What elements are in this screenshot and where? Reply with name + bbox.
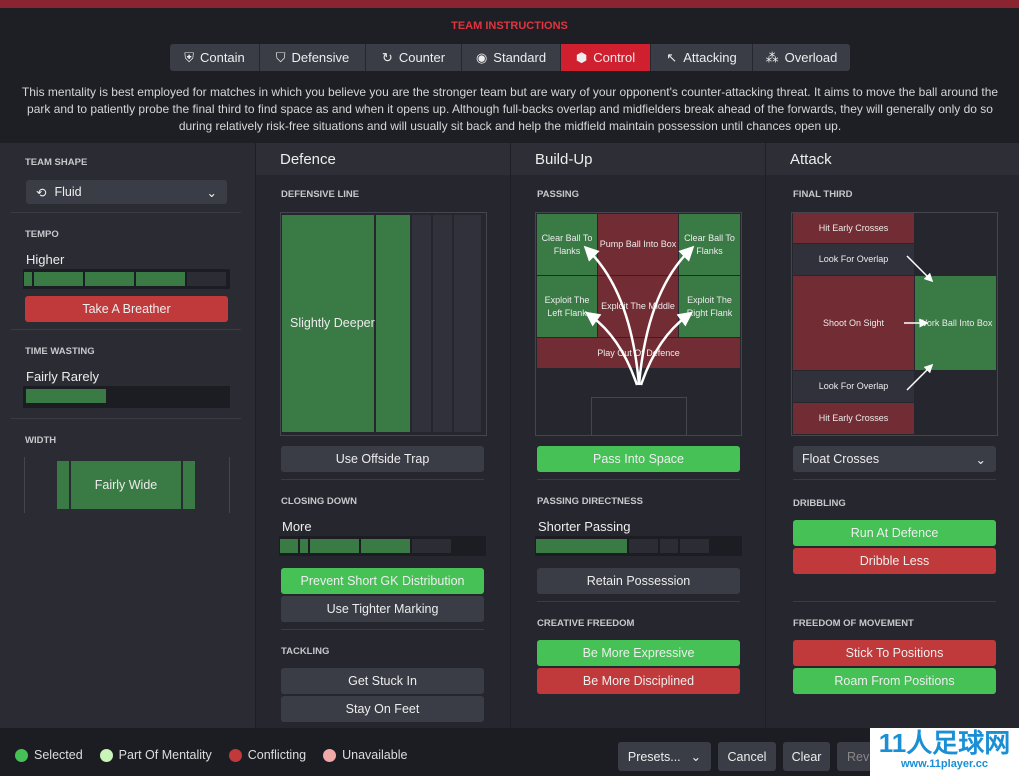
be-more-expressive-button[interactable]: Be More Expressive xyxy=(537,640,740,666)
legend-selected: Selected xyxy=(15,748,83,762)
divider xyxy=(281,629,484,630)
be-more-disciplined-button[interactable]: Be More Disciplined xyxy=(537,668,740,694)
roam-from-positions-button[interactable]: Roam From Positions xyxy=(793,668,996,694)
attack-title: Attack xyxy=(766,143,1019,175)
mentality-counter[interactable]: ↻ Counter xyxy=(366,44,462,71)
top-strip xyxy=(0,0,1019,8)
defensive-line-pitch[interactable]: Slightly Deeper xyxy=(280,212,487,436)
dribbling-label: DRIBBLING xyxy=(793,498,846,509)
mentality-overload[interactable]: ⁂ Overload xyxy=(753,44,850,71)
passing-directness-slider[interactable] xyxy=(535,536,742,556)
closing-down-value: More xyxy=(282,519,312,534)
stay-on-feet-button[interactable]: Stay On Feet xyxy=(281,696,484,722)
closing-down-label: CLOSING DOWN xyxy=(281,496,357,507)
chevron-down-icon: ⌄ xyxy=(690,750,702,764)
tackling-label: TACKLING xyxy=(281,646,330,657)
legend: Selected Part Of Mentality Conflicting U… xyxy=(15,748,407,762)
divider xyxy=(793,479,996,480)
pass-into-space-button[interactable]: Pass Into Space xyxy=(537,446,740,472)
tempo-slider[interactable] xyxy=(23,269,230,289)
legend-conflicting: Conflicting xyxy=(228,748,306,762)
counter-icon: ↻ xyxy=(381,49,393,65)
use-offside-trap-button[interactable]: Use Offside Trap xyxy=(281,446,484,472)
time-wasting-value: Fairly Rarely xyxy=(26,369,99,384)
attacking-icon: ↖ xyxy=(666,49,678,65)
arrow-clear-left xyxy=(583,245,641,386)
shield-icon: ⛨ xyxy=(184,49,194,65)
shield-icon: ⛉ xyxy=(275,49,286,65)
presets-dropdown[interactable]: Presets... ⌄ xyxy=(618,742,711,771)
mentality-attacking[interactable]: ↖ Attacking xyxy=(651,44,753,71)
divider xyxy=(281,479,484,480)
time-wasting-label: TIME WASTING xyxy=(25,346,95,357)
time-wasting-slider[interactable] xyxy=(23,386,230,408)
watermark-logo: 11人足球网 www.11player.cc xyxy=(870,728,1019,776)
final-third-label: FINAL THIRD xyxy=(793,189,853,200)
standard-icon: ◉ xyxy=(475,49,488,65)
get-stuck-in-button[interactable]: Get Stuck In xyxy=(281,668,484,694)
passing-label: PASSING xyxy=(537,189,580,200)
cancel-button[interactable]: Cancel xyxy=(718,742,776,771)
arrow-clear-right xyxy=(637,245,695,386)
width-value: Fairly Wide xyxy=(71,461,181,509)
divider xyxy=(11,329,241,330)
divider xyxy=(11,418,241,419)
mentality-selector: ⛨ Contain ⛉ Defensive ↻ Counter ◉ Standard ⬢… xyxy=(170,44,850,71)
dribble-less-button[interactable]: Dribble Less xyxy=(793,548,996,574)
passing-pitch: Clear Ball To Flanks Pump Ball Into Box … xyxy=(535,212,742,436)
clear-button[interactable]: Clear xyxy=(783,742,830,771)
mentality-control[interactable]: ⬢ Control xyxy=(561,44,651,71)
buildup-title: Build-Up xyxy=(511,143,765,175)
legend-unavailable: Unavailable xyxy=(323,748,407,762)
mentality-standard[interactable]: ◉ Standard xyxy=(462,44,561,71)
freedom-of-movement-label: FREEDOM OF MOVEMENT xyxy=(793,618,914,629)
width-label: WIDTH xyxy=(25,435,57,446)
divider xyxy=(537,601,740,602)
retain-possession-button[interactable]: Retain Possession xyxy=(537,568,740,594)
crosses-dropdown[interactable]: Float Crosses ⌄ xyxy=(793,446,996,472)
passing-arrows xyxy=(583,245,695,386)
final-third-arrows xyxy=(904,255,934,391)
tempo-label: TEMPO xyxy=(25,229,59,240)
prevent-short-gk-distribution-button[interactable]: Prevent Short GK Distribution xyxy=(281,568,484,594)
stick-to-positions-button[interactable]: Stick To Positions xyxy=(793,640,996,666)
control-icon: ⬢ xyxy=(575,49,588,65)
defensive-line-label: DEFENSIVE LINE xyxy=(281,189,360,200)
final-third-pitch: Hit Early Crosses Look For Overlap Shoot… xyxy=(791,212,998,436)
creative-freedom-label: CREATIVE FREEDOM xyxy=(537,618,635,629)
run-at-defence-button[interactable]: Run At Defence xyxy=(793,520,996,546)
passing-directness-label: PASSING DIRECTNESS xyxy=(537,496,643,507)
overload-icon: ⁂ xyxy=(765,49,779,65)
mentality-defensive[interactable]: ⛉ Defensive xyxy=(260,44,366,71)
take-a-breather-button[interactable]: Take A Breather xyxy=(25,296,228,322)
use-tighter-marking-button[interactable]: Use Tighter Marking xyxy=(281,596,484,622)
mentality-description: This mentality is best employed for matc… xyxy=(21,85,999,133)
defensive-line-value: Slightly Deeper xyxy=(282,215,375,432)
mentality-contain[interactable]: ⛨ Contain xyxy=(170,44,260,71)
team-shape-label: TEAM SHAPE xyxy=(25,157,88,168)
divider xyxy=(793,601,996,602)
tempo-value: Higher xyxy=(26,252,65,267)
width-pitch[interactable]: Fairly Wide xyxy=(24,457,230,513)
closing-down-slider[interactable] xyxy=(279,536,486,556)
team-shape-dropdown[interactable]: ⟲ Fluid ⌄ xyxy=(26,180,227,204)
divider xyxy=(11,212,241,213)
defence-title: Defence xyxy=(256,143,510,175)
chevron-down-icon: ⌄ xyxy=(206,185,217,200)
chevron-down-icon: ⌄ xyxy=(975,452,986,467)
legend-part-of-mentality: Part Of Mentality xyxy=(99,748,212,762)
passing-directness-value: Shorter Passing xyxy=(538,519,631,534)
fluid-icon: ⟲ xyxy=(36,185,47,200)
page-title: TEAM INSTRUCTIONS xyxy=(451,20,568,32)
divider xyxy=(537,479,740,480)
